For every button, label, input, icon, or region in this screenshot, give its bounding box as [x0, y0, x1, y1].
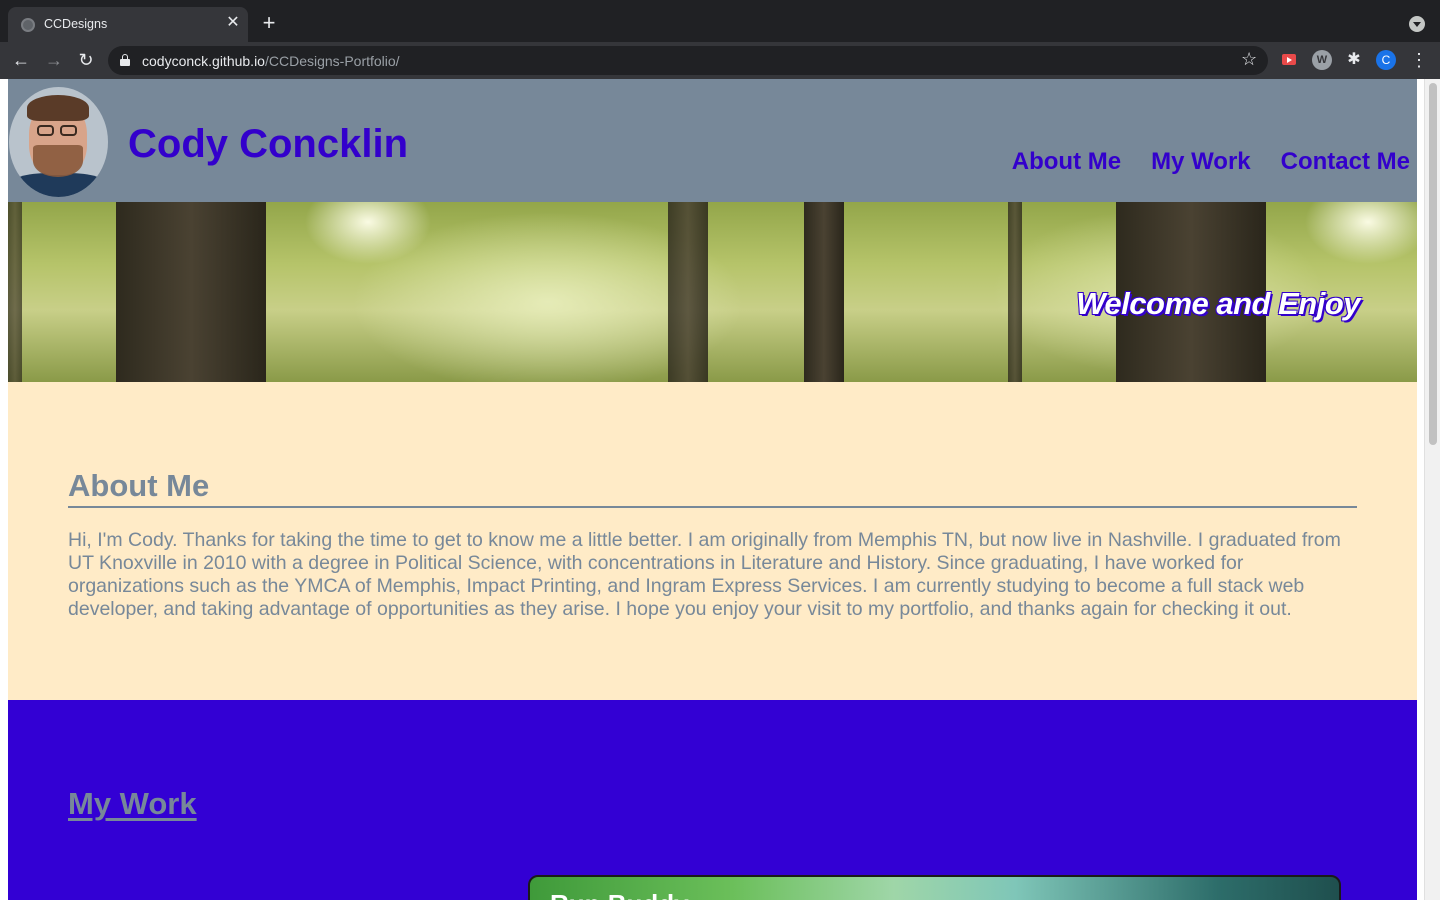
nav-link-about-me[interactable]: About Me — [1012, 148, 1121, 176]
scrollbar-thumb[interactable] — [1429, 83, 1437, 445]
work-heading[interactable]: My Work — [68, 786, 197, 822]
url-host: codyconck.github.io — [142, 53, 265, 69]
page-scrollbar[interactable] — [1424, 79, 1440, 900]
portfolio-page: Cody Concklin About Me My Work Contact M… — [8, 79, 1417, 900]
about-section: About Me Hi, I'm Cody. Thanks for taking… — [8, 382, 1417, 700]
tree-trunk — [1008, 202, 1022, 382]
project-card[interactable]: Run Buddy — [528, 875, 1341, 900]
back-arrow-icon[interactable]: ← — [9, 48, 33, 72]
reload-icon[interactable]: ↻ — [74, 48, 98, 72]
close-tab-icon[interactable]: ✕ — [224, 14, 242, 32]
forward-arrow-icon[interactable]: → — [42, 48, 66, 72]
profile-photo — [9, 87, 108, 197]
tree-trunk — [668, 202, 708, 382]
work-section: My Work Run Buddy — [8, 700, 1417, 900]
browser-tab-strip: CCDesigns ✕ + — [0, 0, 1440, 42]
tree-trunk — [8, 202, 22, 382]
new-tab-icon[interactable]: + — [258, 12, 280, 34]
site-nav: About Me My Work Contact Me — [982, 148, 1410, 176]
page-viewport: Cody Concklin About Me My Work Contact M… — [0, 79, 1440, 900]
project-title: Run Buddy — [550, 889, 689, 900]
nav-link-contact-me[interactable]: Contact Me — [1281, 148, 1410, 176]
browser-tab[interactable]: CCDesigns ✕ — [8, 7, 248, 42]
url-path: /CCDesigns-Portfolio/ — [264, 53, 400, 69]
tab-search-icon[interactable] — [1409, 16, 1425, 32]
browser-menu-icon[interactable]: ⋮ — [1410, 50, 1428, 70]
site-title: Cody Concklin — [128, 122, 409, 166]
address-bar[interactable]: codyconck.github.io/CCDesigns-Portfolio/… — [108, 46, 1268, 75]
profile-avatar[interactable]: C — [1376, 50, 1396, 70]
site-header: Cody Concklin About Me My Work Contact M… — [8, 79, 1417, 202]
lock-icon — [120, 54, 130, 66]
browser-toolbar: ← → ↻ codyconck.github.io/CCDesigns-Port… — [0, 42, 1440, 79]
nav-link-my-work[interactable]: My Work — [1151, 148, 1251, 176]
bookmark-star-icon[interactable]: ☆ — [1241, 49, 1257, 70]
about-heading: About Me — [68, 468, 1357, 508]
tree-trunk — [804, 202, 844, 382]
video-extension-icon[interactable] — [1280, 50, 1300, 70]
tab-title: CCDesigns — [44, 17, 108, 31]
tree-trunk — [116, 202, 266, 382]
globe-icon — [21, 18, 35, 32]
w-extension-icon[interactable]: W — [1312, 50, 1332, 70]
extensions-puzzle-icon[interactable]: ✱ — [1344, 50, 1364, 70]
url-text: codyconck.github.io/CCDesigns-Portfolio/ — [142, 53, 400, 69]
hero-tagline: Welcome and Enjoy — [1076, 286, 1360, 321]
about-paragraph: Hi, I'm Cody. Thanks for taking the time… — [68, 529, 1341, 620]
hero-banner: Welcome and Enjoy — [8, 202, 1417, 382]
